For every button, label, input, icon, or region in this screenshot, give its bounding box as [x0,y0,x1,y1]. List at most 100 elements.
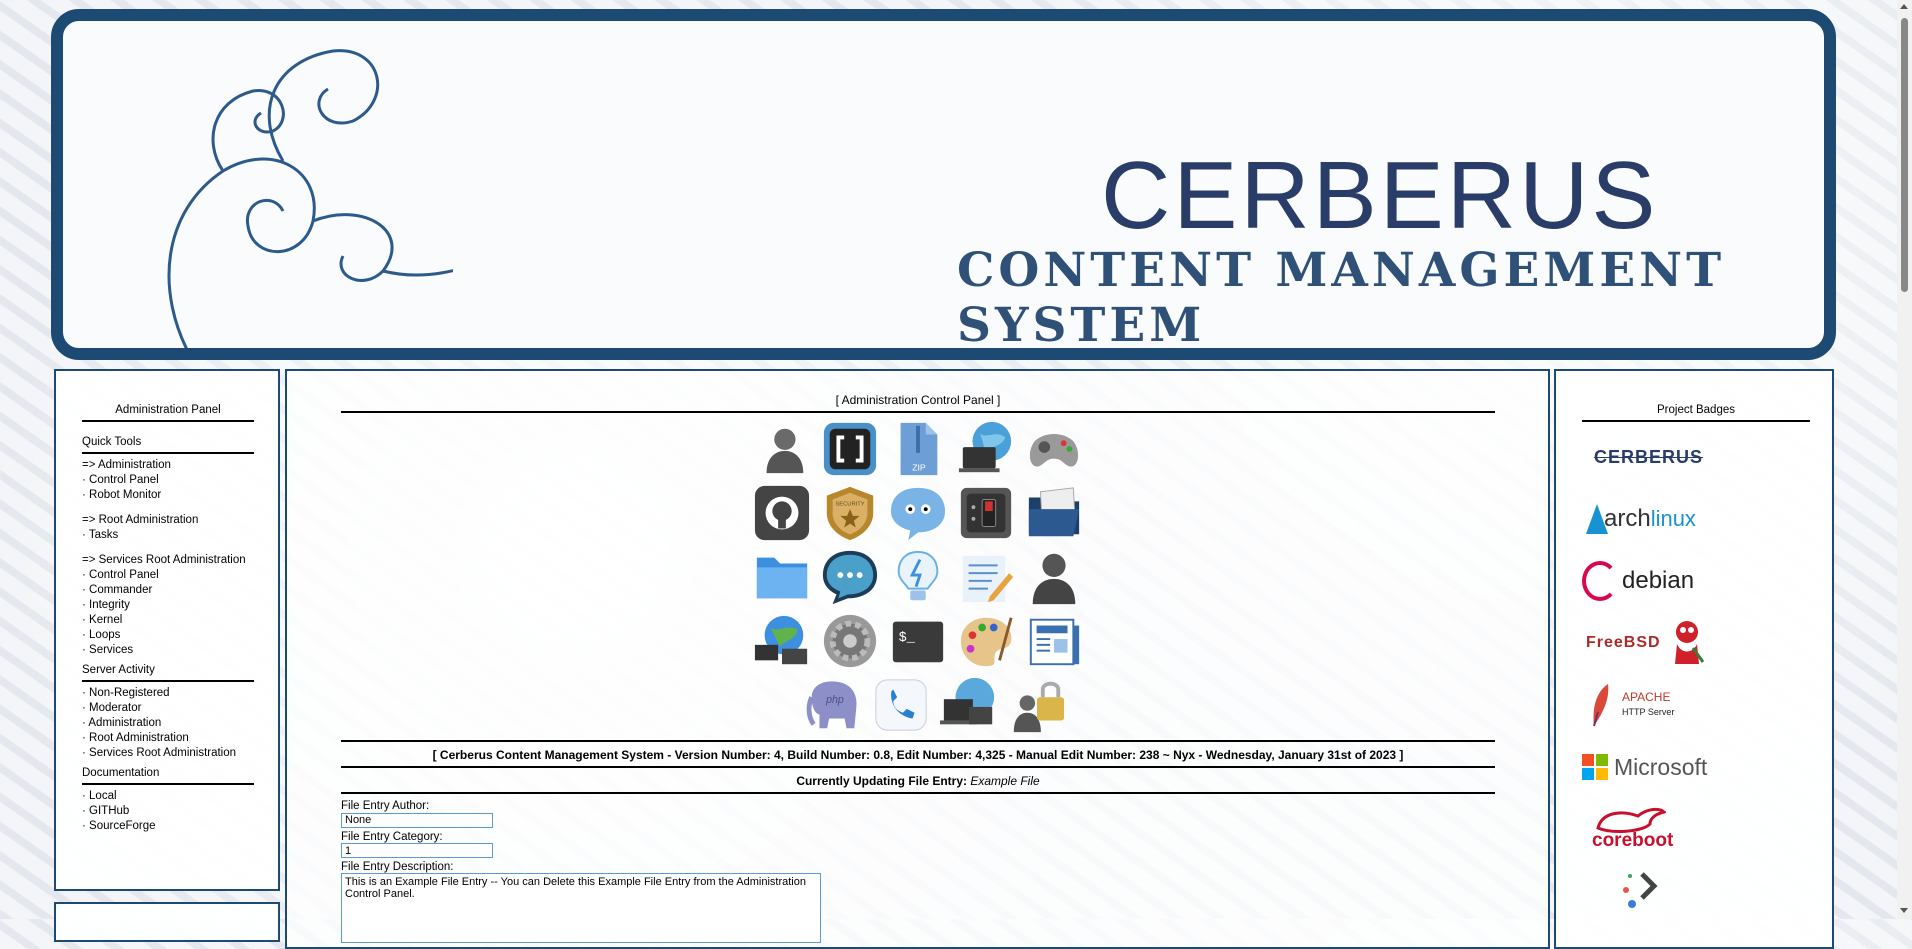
user-lock-icon[interactable] [1006,675,1068,734]
nav-integrity[interactable]: · Integrity [82,598,254,613]
admin-panel-title: Administration Panel [82,404,254,422]
remote-desktop-icon[interactable] [938,675,1000,734]
nav-root-administration[interactable]: => Root Administration [82,513,254,528]
user-silhouette-icon[interactable] [1023,547,1085,606]
archlinux-text-b: linux [1650,506,1696,531]
network-globe-icon[interactable] [955,419,1017,478]
terminal-icon[interactable]: $_ [887,611,949,670]
settings-gear-icon[interactable] [819,611,881,670]
quick-tools-title: Quick Tools [82,436,254,454]
nav-services-root-administration[interactable]: => Services Root Administration [82,553,254,568]
gamepad-icon[interactable] [1023,419,1085,478]
archlinux-badge[interactable]: arch linux [1582,488,1810,550]
zip-archive-icon[interactable]: ZIP [887,419,949,478]
messages-icon[interactable] [819,547,881,606]
scroll-down-arrow-icon[interactable] [1900,908,1908,913]
doc-github[interactable]: · GITHub [82,804,254,819]
banner-title: CERBERUS [1101,142,1659,249]
nav-kernel[interactable]: · Kernel [82,613,254,628]
nav-loops[interactable]: · Loops [82,628,254,643]
banner-subtitle: CONTENT MANAGEMENT SYSTEM [957,243,1726,353]
admin-icon-grid: ZIP SECURITY $_ php [341,419,1495,734]
description-textarea[interactable]: This is an Example File Entry -- You can… [341,873,821,943]
updating-file-name: Example File [970,774,1040,788]
network-computers-icon[interactable] [751,611,813,670]
page-title: [ Administration Control Panel ] [835,393,1001,407]
author-label: File Entry Author: [341,800,430,812]
nav-robot-monitor[interactable]: · Robot Monitor [82,488,254,503]
folder-open-icon[interactable] [1023,483,1085,542]
lightbulb-icon[interactable] [887,547,949,606]
apache-badge[interactable]: APACHE HTTP Server [1582,674,1810,736]
svg-text:php: php [825,694,844,706]
news-icon[interactable] [1023,611,1085,670]
version-info: [ Cerberus Content Management System - V… [432,748,1404,762]
user-icon[interactable] [751,419,813,478]
phone-icon[interactable] [870,675,932,734]
archlinux-text-a: arch [1604,505,1651,532]
apache-text-b: HTTP Server [1622,707,1675,717]
power-switch-icon[interactable] [955,483,1017,542]
project-badges-panel: Project Badges CERBERUS arch linux debian… [1554,369,1834,949]
apache-text-a: APACHE [1622,690,1671,704]
activity-administration[interactable]: · Administration [82,716,254,731]
freebsd-text: FreeBSD [1586,634,1661,651]
nav-commander[interactable]: · Commander [82,583,254,598]
doc-local[interactable]: · Local [82,789,254,804]
brackets-icon[interactable] [819,419,881,478]
activity-services-root-administration[interactable]: · Services Root Administration [82,746,254,761]
doc-sourceforge[interactable]: · SourceForge [82,819,254,834]
chat-bubble-icon[interactable] [887,483,949,542]
nav-services[interactable]: · Services [82,643,254,658]
next-arrow-icon [1623,872,1658,908]
description-label: File Entry Description: [341,861,454,873]
divider [341,411,1495,413]
svg-text:SECURITY: SECURITY [835,501,864,507]
text-editor-icon[interactable] [955,547,1017,606]
microsoft-logo-icon [1582,754,1608,780]
microsoft-badge[interactable]: Microsoft [1582,736,1810,798]
activity-non-registered[interactable]: · Non-Registered [82,686,254,701]
debian-badge[interactable]: debian [1582,550,1810,612]
microsoft-text: Microsoft [1614,753,1708,780]
debian-text: debian [1622,567,1695,594]
coreboot-badge[interactable]: coreboot [1582,798,1810,860]
folder-icon[interactable] [751,547,813,606]
page-scrollbar[interactable] [1897,0,1912,919]
cerberus-badge[interactable]: CERBERUS [1582,426,1810,488]
documentation-title: Documentation [82,767,254,785]
nav-tasks[interactable]: · Tasks [82,528,254,543]
activity-moderator[interactable]: · Moderator [82,701,254,716]
main-content-panel: [ Administration Control Panel ] ZIP SEC… [285,369,1550,949]
paint-palette-icon[interactable] [955,611,1017,670]
freebsd-badge[interactable]: FreeBSD [1582,612,1810,674]
updating-file-entry: Currently Updating File Entry: Example F… [341,768,1495,792]
svg-text:ZIP: ZIP [912,462,926,472]
next-badge[interactable] [1582,860,1810,922]
badges-title: Project Badges [1582,404,1810,422]
apache-feather-icon [1593,684,1609,727]
author-input[interactable] [341,812,493,828]
php-elephant-icon[interactable]: php [802,675,864,734]
nav-services-control-panel[interactable]: · Control Panel [82,568,254,583]
site-banner: CERBERUS CONTENT MANAGEMENT SYSTEM [51,9,1836,360]
category-input[interactable] [341,843,493,858]
category-label: File Entry Category: [341,830,443,843]
updating-prefix: Currently Updating File Entry: [796,774,971,788]
cerberus-badge-text: CERBERUS [1594,446,1704,467]
left-sidebar-secondary [54,902,280,942]
scroll-up-arrow-icon[interactable] [1900,4,1908,9]
divider [341,792,1495,794]
nav-administration[interactable]: => Administration [82,458,254,473]
nav-admin-control-panel[interactable]: · Control Panel [82,473,254,488]
server-activity-title: Server Activity [82,664,254,682]
left-sidebar: Administration Panel Quick Tools => Admi… [54,369,280,891]
svg-text:$_: $_ [899,631,916,646]
security-badge-icon[interactable]: SECURITY [819,483,881,542]
activity-root-administration[interactable]: · Root Administration [82,731,254,746]
github-icon[interactable] [751,483,813,542]
coreboot-text: coreboot [1592,830,1674,851]
debian-swirl-icon [1582,561,1618,601]
swirl-logo-icon [167,49,453,348]
scrollbar-thumb[interactable] [1901,18,1908,292]
